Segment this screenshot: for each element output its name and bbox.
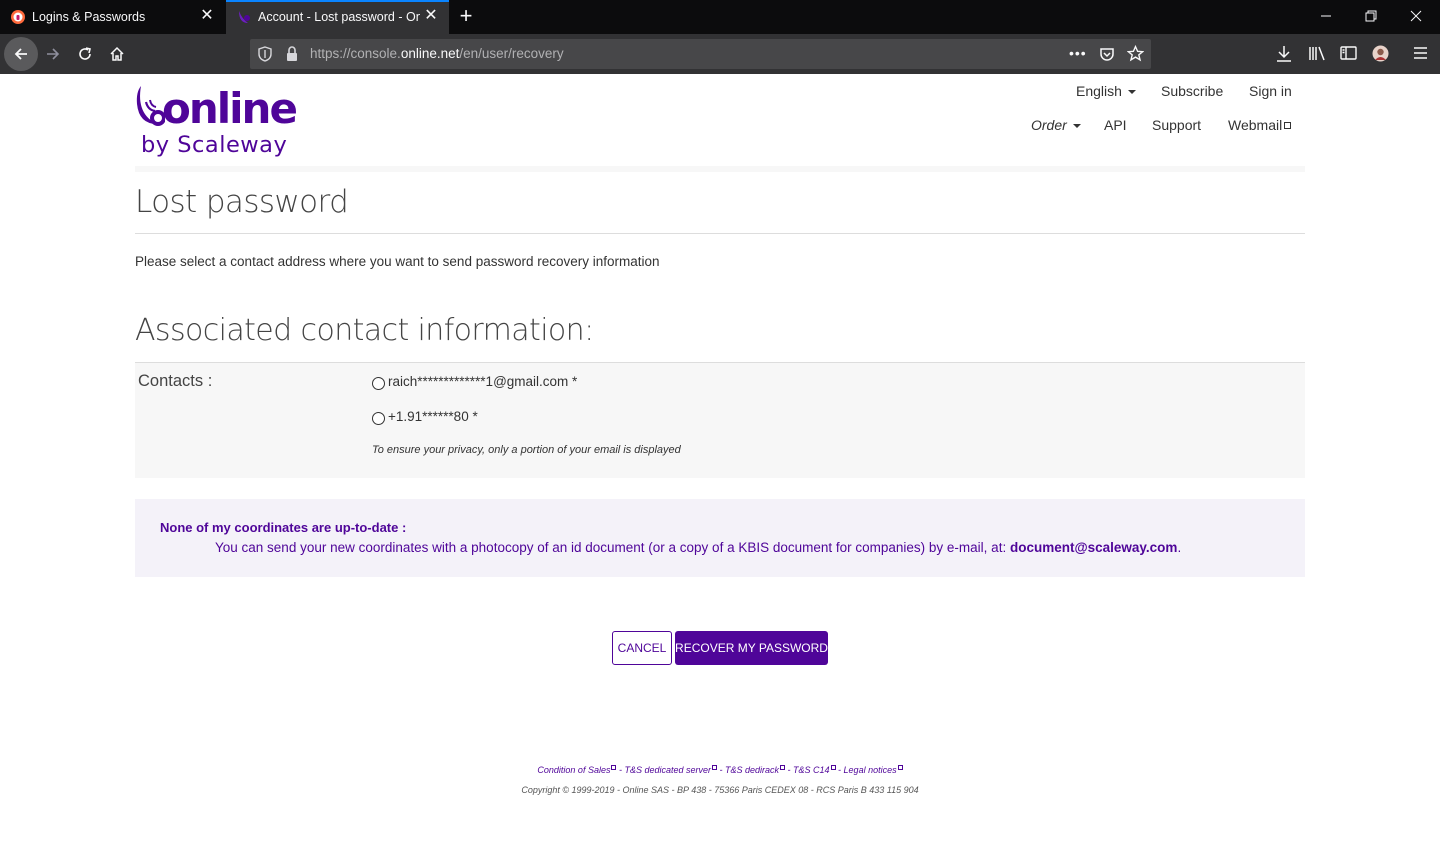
notice-body: You can send your new coordinates with a… <box>215 540 1181 555</box>
browser-toolbar: https://console.online.net/en/user/recov… <box>0 34 1440 74</box>
tab-title: Account - Lost password - Online <box>258 10 420 24</box>
title-divider <box>135 233 1305 234</box>
logo-subtitle: by Scaleway <box>141 132 288 158</box>
arrow-right-icon <box>47 48 60 60</box>
privacy-note: To ensure your privacy, only a portion o… <box>372 444 681 456</box>
external-link-icon <box>897 765 903 770</box>
online-logo[interactable]: online by Scaleway <box>135 82 305 158</box>
caret-down-icon <box>1127 90 1136 95</box>
order-dropdown[interactable]: Order <box>1031 117 1081 133</box>
online-favicon-icon <box>236 9 252 25</box>
footer-separator: - <box>717 765 725 775</box>
copyright-text: Copyright © 1999-2019 - Online SAS - BP … <box>521 785 919 795</box>
contact-option-phone[interactable]: +1.91******80 * <box>372 408 478 425</box>
coordinates-notice: None of my coordinates are up-to-date : … <box>135 499 1305 577</box>
caret-down-icon <box>1072 124 1081 129</box>
home-button[interactable] <box>102 39 132 69</box>
lockwise-icon <box>10 9 26 25</box>
language-label: English <box>1076 83 1122 99</box>
pocket-icon[interactable] <box>1099 46 1115 67</box>
webmail-link[interactable]: Webmail <box>1228 117 1292 133</box>
downloads-icon[interactable] <box>1276 45 1292 68</box>
page-title: Lost password <box>135 184 349 220</box>
footer-separator: - <box>785 765 794 775</box>
footer-link-label: Condition of Sales <box>537 765 611 775</box>
notice-body-text: You can send your new coordinates with a… <box>215 540 1010 555</box>
lock-icon[interactable] <box>286 46 298 67</box>
url-prefix: https://console. <box>310 46 401 61</box>
new-tab-icon[interactable]: + <box>455 5 477 27</box>
url-host: online.net <box>400 46 460 61</box>
section-title: Associated contact information: <box>135 313 594 348</box>
close-tab-icon[interactable]: ✕ <box>423 8 439 24</box>
footer-separator: - <box>835 765 844 775</box>
arrow-left-icon <box>14 48 27 60</box>
footer-link-c14[interactable]: T&S C14 <box>793 765 836 775</box>
notice-title: None of my coordinates are up-to-date : <box>160 520 407 535</box>
order-label: Order <box>1031 117 1067 133</box>
radio-button[interactable] <box>372 412 385 425</box>
reload-icon <box>79 47 91 60</box>
online-logo-mark-icon <box>136 86 165 126</box>
external-link-icon <box>1284 122 1292 129</box>
footer-link-label: T&S dedirack <box>725 765 780 775</box>
reload-button[interactable] <box>70 39 100 69</box>
page-actions-icon[interactable]: ••• <box>1069 45 1087 61</box>
contacts-panel: Contacts : raich*************1@gmail.com… <box>135 362 1305 478</box>
footer-links: Condition of Sales - T&S dedicated serve… <box>0 765 1440 775</box>
subscribe-link[interactable]: Subscribe <box>1161 83 1223 99</box>
notice-end: . <box>1177 540 1182 555</box>
footer-link-label: Legal notices <box>843 765 897 775</box>
contact-option-email[interactable]: raich*************1@gmail.com * <box>372 373 577 390</box>
forward-button[interactable] <box>38 39 68 69</box>
footer-link-conditions[interactable]: Condition of Sales <box>537 765 617 775</box>
tab-logins-passwords[interactable]: Logins & Passwords ✕ <box>0 0 225 34</box>
radio-button[interactable] <box>372 377 385 390</box>
recover-password-button[interactable]: RECOVER MY PASSWORD <box>675 631 828 665</box>
tab-account-lost-password[interactable]: Account - Lost password - Online ✕ <box>226 0 449 34</box>
contact-phone-text: +1.91******80 * <box>388 409 478 424</box>
sidebar-icon[interactable] <box>1340 45 1357 66</box>
footer-link-label: T&S dedicated server <box>624 765 711 775</box>
tracking-protection-icon[interactable] <box>258 46 272 67</box>
footer-link-dedicated[interactable]: T&S dedicated server <box>624 765 717 775</box>
home-icon <box>110 46 124 61</box>
tab-title: Logins & Passwords <box>32 10 146 24</box>
url-path: /en/user/recovery <box>459 46 564 61</box>
notice-email[interactable]: document@scaleway.com <box>1010 540 1177 555</box>
menu-icon[interactable] <box>1413 46 1428 65</box>
footer-link-label: T&S C14 <box>793 765 830 775</box>
minimize-icon[interactable] <box>1316 7 1336 27</box>
contact-email-text: raich*************1@gmail.com * <box>388 374 578 389</box>
bookmark-star-icon[interactable] <box>1126 44 1145 67</box>
language-dropdown[interactable]: English <box>1076 83 1136 99</box>
library-icon[interactable] <box>1308 45 1326 67</box>
intro-text: Please select a contact address where yo… <box>135 254 660 269</box>
support-link[interactable]: Support <box>1152 117 1201 133</box>
restore-icon[interactable] <box>1361 7 1381 27</box>
close-window-icon[interactable] <box>1406 7 1426 27</box>
footer-link-dedirack[interactable]: T&S dedirack <box>725 765 786 775</box>
cancel-button[interactable]: CANCEL <box>612 631 672 665</box>
address-bar[interactable]: https://console.online.net/en/user/recov… <box>250 39 1151 69</box>
api-link[interactable]: API <box>1104 117 1127 133</box>
browser-tab-bar: Logins & Passwords ✕ Account - Lost pass… <box>0 0 1440 34</box>
logo-wordmark: online <box>162 84 298 133</box>
back-button[interactable] <box>4 37 38 71</box>
account-avatar-icon[interactable] <box>1372 45 1389 67</box>
close-tab-icon[interactable]: ✕ <box>199 8 215 24</box>
url-text[interactable]: https://console.online.net/en/user/recov… <box>310 46 564 61</box>
page-content: online by Scaleway English Subscribe Sig… <box>0 74 1440 860</box>
webmail-label: Webmail <box>1228 117 1283 133</box>
footer-link-legal[interactable]: Legal notices <box>844 765 903 775</box>
signin-link[interactable]: Sign in <box>1249 83 1292 99</box>
contacts-label: Contacts : <box>138 372 213 390</box>
header-separator <box>135 166 1305 172</box>
